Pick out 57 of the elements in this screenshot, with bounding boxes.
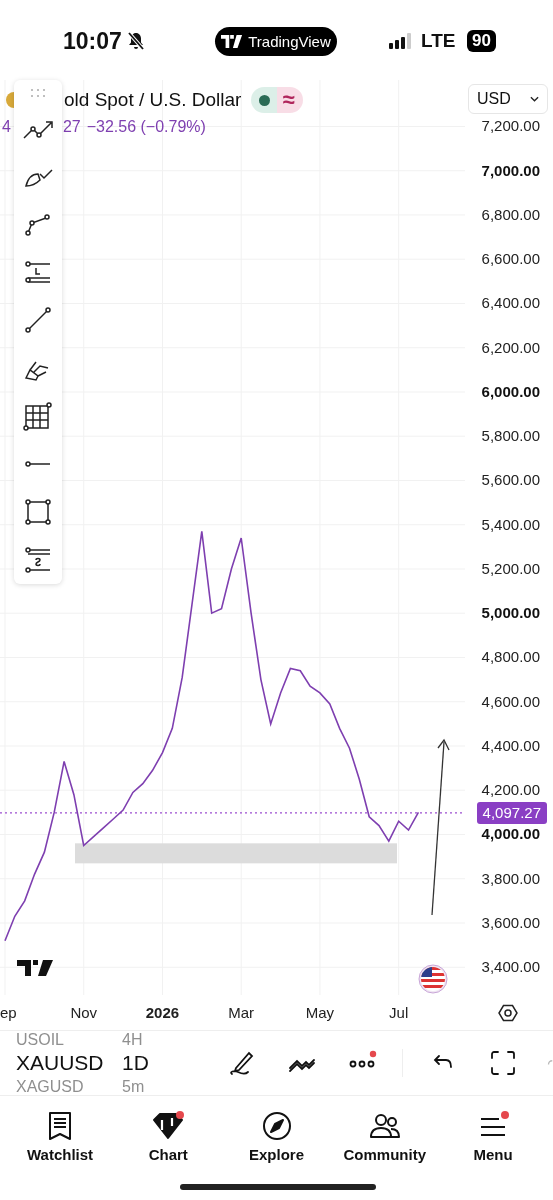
price-axis-label: 5,400.00 xyxy=(481,515,540,534)
price-axis-label: 4,600.00 xyxy=(481,692,540,711)
time-axis-label: Mar xyxy=(227,1004,256,1021)
current-price-tag: 4,097.27 xyxy=(476,801,547,824)
price-axis-label: 5,200.00 xyxy=(481,559,540,578)
price-axis-label: 6,600.00 xyxy=(481,250,540,269)
market-status-pill[interactable]: ≈ xyxy=(251,87,303,113)
symbol-option[interactable]: XAUUSD xyxy=(16,1051,122,1075)
tab[interactable]: Community xyxy=(334,1110,435,1163)
time-axis-label: 2026 xyxy=(144,1004,181,1021)
price-axis-label: 4,000.00 xyxy=(481,825,540,844)
grid-icon[interactable] xyxy=(22,400,54,432)
line-icon[interactable] xyxy=(22,304,54,336)
price-axis-label: 3,600.00 xyxy=(481,914,540,932)
price-axis-label: 6,200.00 xyxy=(481,338,540,357)
price-axis-label: 5,600.00 xyxy=(481,471,540,490)
status-time: 10:07 xyxy=(63,28,122,55)
interval-option[interactable]: 1D xyxy=(122,1051,149,1075)
tab[interactable]: Chart xyxy=(118,1110,219,1163)
logo-icon xyxy=(17,960,53,976)
drag-handle-icon[interactable] xyxy=(30,88,46,98)
chevron-down-icon xyxy=(530,96,539,102)
coin-icon xyxy=(6,92,14,108)
price-axis-label: 5,000.00 xyxy=(481,604,540,623)
arrow-drawing[interactable] xyxy=(431,738,450,916)
rectangle-icon[interactable] xyxy=(22,496,54,528)
price-fragment: 4 xyxy=(2,118,11,136)
flag-icon[interactable] xyxy=(418,964,448,994)
price-axis-label: 4,400.00 xyxy=(481,736,540,755)
price-axis-label: 3,800.00 xyxy=(481,869,540,888)
time-axis-label: ep xyxy=(0,1004,17,1021)
price-change: 27 xyxy=(62,118,81,136)
price-axis-label: 5,800.00 xyxy=(481,427,540,446)
tab[interactable]: Explore xyxy=(226,1110,327,1163)
price-axis-label: 4,800.00 xyxy=(481,648,540,667)
battery-level: 90 xyxy=(467,30,496,52)
time-axis-label: May xyxy=(304,1004,336,1021)
price-axis-label: 7,200.00 xyxy=(481,117,540,136)
price-axis-label: 6,000.00 xyxy=(481,382,540,401)
price-axis-label: 3,400.00 xyxy=(481,958,540,977)
app-pill: TradingView xyxy=(215,27,337,56)
price-axis-label: 7,000.00 xyxy=(481,161,540,180)
price-axis-label: 6,800.00 xyxy=(481,205,540,224)
currency-dropdown[interactable]: USD xyxy=(468,84,548,114)
tab[interactable]: Watchlist xyxy=(10,1110,110,1163)
bell-slash-icon xyxy=(126,31,146,51)
time-axis-label: Nov xyxy=(69,1004,99,1021)
price-axis-label: 4,200.00 xyxy=(481,781,540,800)
settings-icon[interactable] xyxy=(498,1003,518,1023)
network-label: LTE xyxy=(421,30,456,52)
price-change: −32.56 (−0.79%) xyxy=(86,118,206,136)
signal-icon xyxy=(389,33,413,49)
price-axis-label: 6,400.00 xyxy=(481,294,540,313)
time-axis-label: Jul xyxy=(388,1004,410,1021)
logo-icon xyxy=(221,35,244,48)
tab[interactable]: Menu xyxy=(443,1110,543,1163)
symbol-title[interactable]: old Spot / U.S. Dollar xyxy=(64,89,242,111)
